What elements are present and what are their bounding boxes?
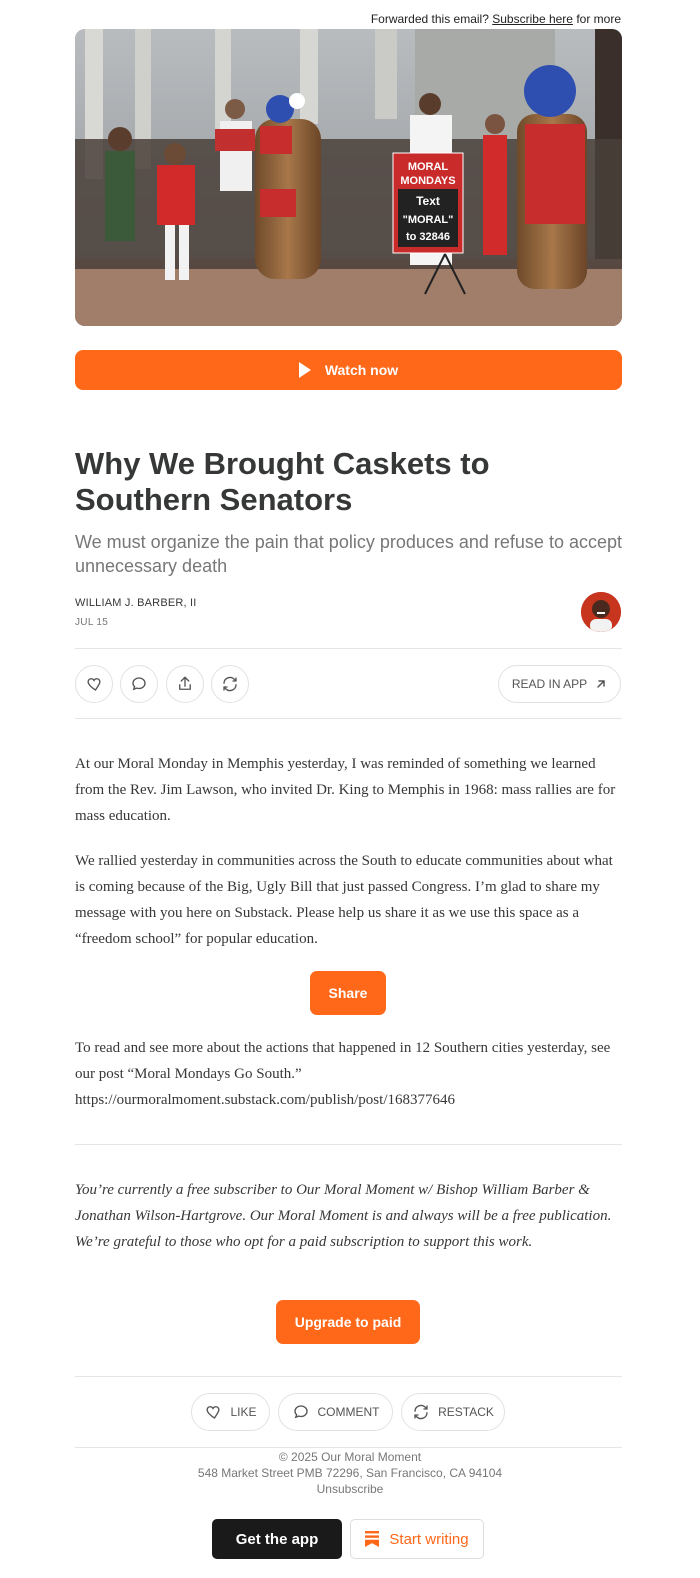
like-button[interactable] [75,665,113,703]
comment-button[interactable] [120,665,158,703]
substack-logo-icon [365,1531,380,1547]
footer-copyright: © 2025 Our Moral Moment [278,1450,422,1464]
subscriber-note: You’re currently a free subscriber to Ou… [75,1182,612,1250]
divider [75,1447,622,1448]
forwarded-suffix: for more [576,12,621,26]
read-in-app-label: READ IN APP [511,677,588,691]
unsubscribe-link[interactable]: Unsubscribe [0,1482,700,1496]
sign-line-4: "MORAL" [403,214,454,226]
forwarded-prefix: Forwarded this email? [370,12,489,26]
divider [75,1376,622,1377]
restack-pill-button[interactable]: RESTACK [401,1393,505,1431]
sign-line-5: to 32846 [406,231,450,243]
restack-icon [414,1404,428,1420]
upgrade-label: Upgrade to paid [294,1314,402,1330]
post-date: JUL 15 [75,617,109,628]
upgrade-to-paid-button[interactable]: Upgrade to paid [276,1300,420,1344]
post-title: Why We Brought Caskets to Southern Senat… [75,446,490,517]
sign-line-1: MORAL [408,161,449,173]
comment-icon [132,677,146,691]
restack-button[interactable] [211,665,249,703]
subscribe-link[interactable]: Subscribe here [492,12,573,26]
body-paragraph-2: We rallied yesterday in communities acro… [75,853,613,947]
rally-photo: MORAL MONDAYS Text "MORAL" to 32846 [75,29,622,326]
divider [75,1144,622,1145]
body-paragraph-3: To read and see more about the actions t… [75,1040,611,1108]
comment-icon [293,1405,308,1419]
share-button[interactable]: Share [310,971,386,1015]
share-icon-button[interactable] [166,665,204,703]
get-app-label: Get the app [235,1530,319,1548]
divider [75,648,622,649]
start-writing-button[interactable]: Start writing [350,1519,484,1559]
heart-icon [206,1406,221,1419]
sign-line-2: MONDAYS [400,175,455,187]
share-label: Share [328,985,368,1001]
heart-icon [87,678,101,691]
divider [75,718,622,719]
restack-icon [223,676,237,692]
watch-now-button[interactable]: Watch now [75,350,622,390]
comment-label: COMMENT [317,1405,380,1419]
post-author[interactable]: WILLIAM J. BARBER, II [75,597,197,609]
video-thumbnail[interactable]: MORAL MONDAYS Text "MORAL" to 32846 [75,29,622,326]
footer-address: 548 Market Street PMB 72296, San Francis… [197,1466,503,1480]
arrow-up-right-icon [597,680,605,688]
watch-now-label: Watch now [324,362,399,378]
forwarded-notice: Forwarded this email? Subscribe here for… [371,12,621,26]
start-writing-label: Start writing [389,1530,469,1548]
comment-pill-button[interactable]: COMMENT [278,1393,393,1431]
like-label: LIKE [230,1405,257,1419]
author-avatar[interactable] [581,592,621,632]
get-the-app-button[interactable]: Get the app [212,1519,342,1559]
like-pill-button[interactable]: LIKE [191,1393,270,1431]
restack-label: RESTACK [438,1405,494,1419]
upload-icon [179,676,191,690]
body-paragraph-1: At our Moral Monday in Memphis yesterday… [75,756,616,824]
read-in-app-button[interactable]: READ IN APP [498,665,621,703]
play-icon [298,362,311,378]
post-subtitle: We must organize the pain that policy pr… [75,532,622,576]
sign-line-3: Text [416,194,440,208]
